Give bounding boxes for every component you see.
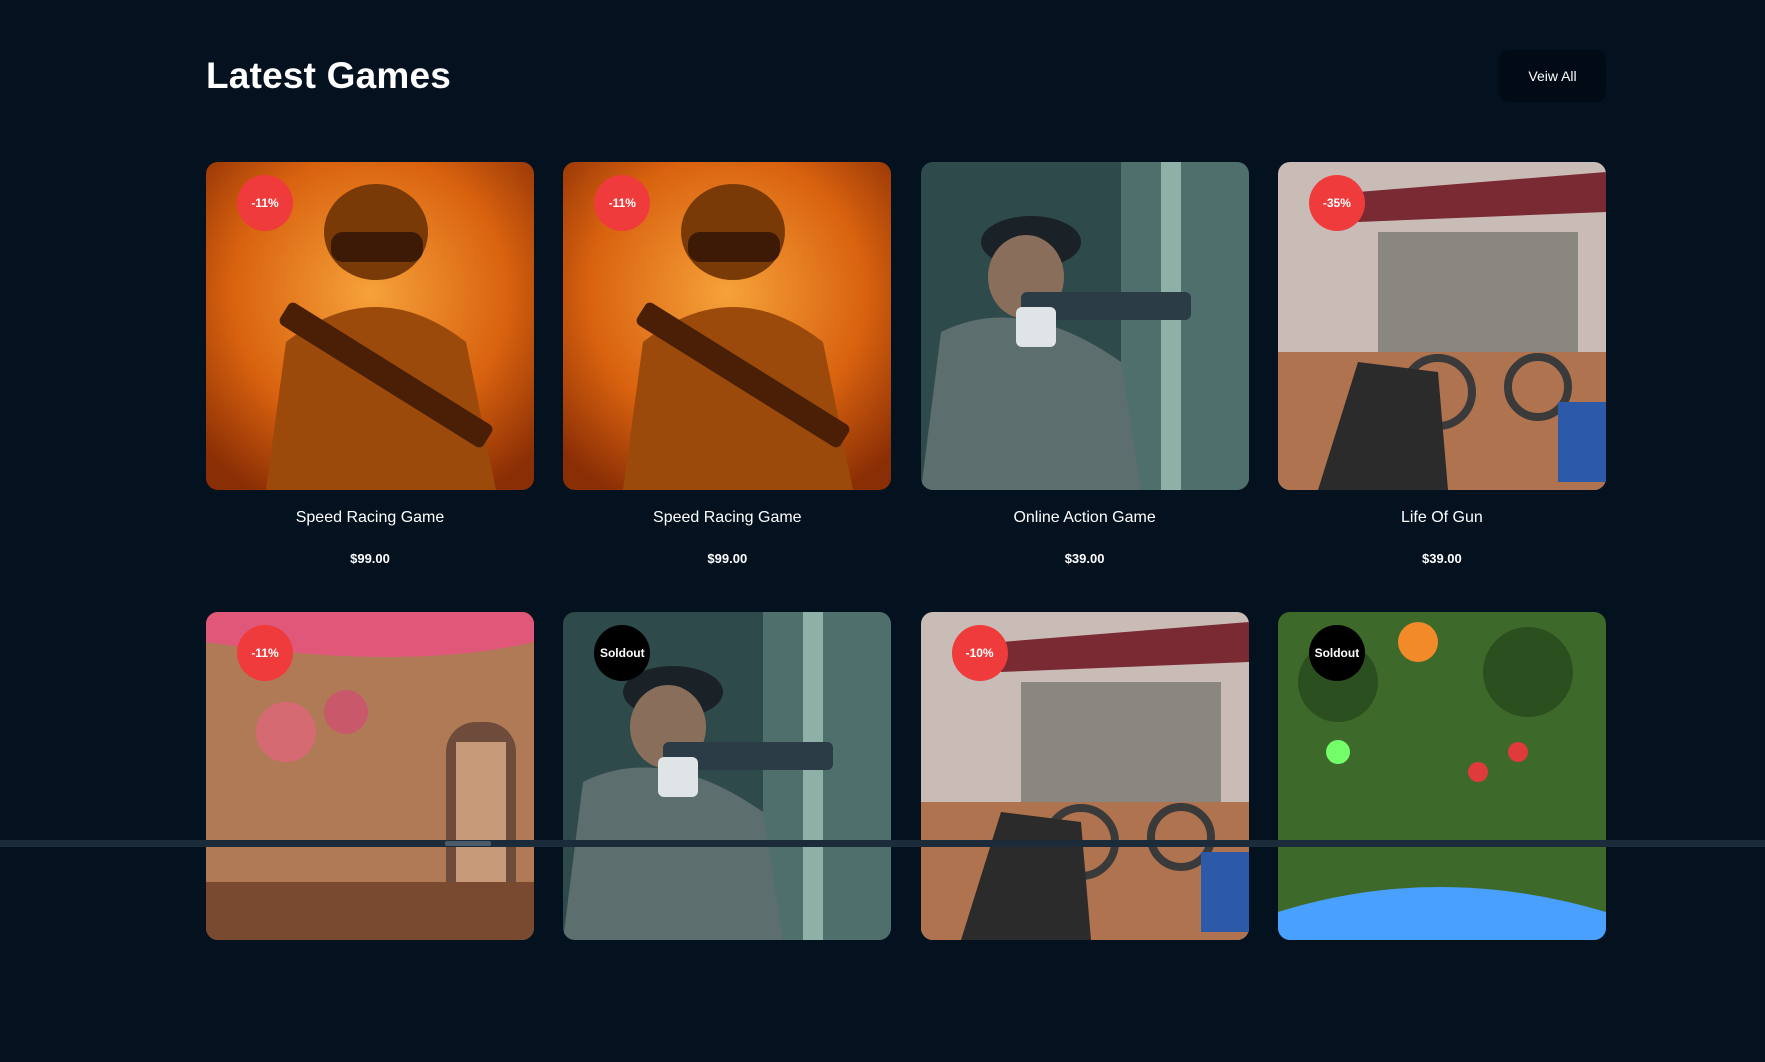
product-image[interactable] [920,162,1249,490]
section-title: Latest Games [206,55,452,96]
product-name[interactable]: Speed Racing Game [206,509,534,527]
soldier-artwork [920,162,1249,490]
section-header: Latest Games Veiw All [206,50,1606,102]
product-price: $39.00 [1422,551,1462,566]
view-all-button[interactable]: Veiw All [1499,50,1606,102]
product-name[interactable]: Online Action Game [921,509,1249,527]
product-card[interactable]: Soldout [1277,612,1606,1062]
product-card[interactable]: -11% Speed Racing Game $99.00 [563,162,892,612]
discount-badge: -11% [594,175,651,231]
discount-badge: -10% [951,625,1008,681]
discount-badge: -11% [237,175,293,231]
product-card[interactable]: Online Action Game $39.00 [920,162,1249,612]
product-card[interactable]: -10% [920,612,1249,1062]
product-card[interactable]: Soldout [563,612,892,1062]
product-grid: -11% Speed Racing Game $99.00 -11% Speed… [206,162,1606,1062]
product-name[interactable]: Speed Racing Game [563,509,891,527]
product-card[interactable]: -35% Life Of Gun $39.00 [1277,162,1606,612]
soldout-badge: Soldout [594,625,651,681]
product-price: $39.00 [1064,551,1105,566]
scrollbar-thumb[interactable] [445,841,491,846]
discount-badge: -11% [237,625,293,681]
discount-badge: -35% [1308,175,1365,231]
product-price: $99.00 [707,551,748,566]
soldout-badge: Soldout [1308,625,1365,681]
product-price: $99.00 [350,551,390,566]
product-card[interactable]: -11% Speed Racing Game $99.00 [206,162,534,612]
product-name[interactable]: Life Of Gun [1278,509,1606,527]
horizontal-scrollbar[interactable] [0,840,1765,847]
product-card[interactable]: -11% [206,612,534,1062]
